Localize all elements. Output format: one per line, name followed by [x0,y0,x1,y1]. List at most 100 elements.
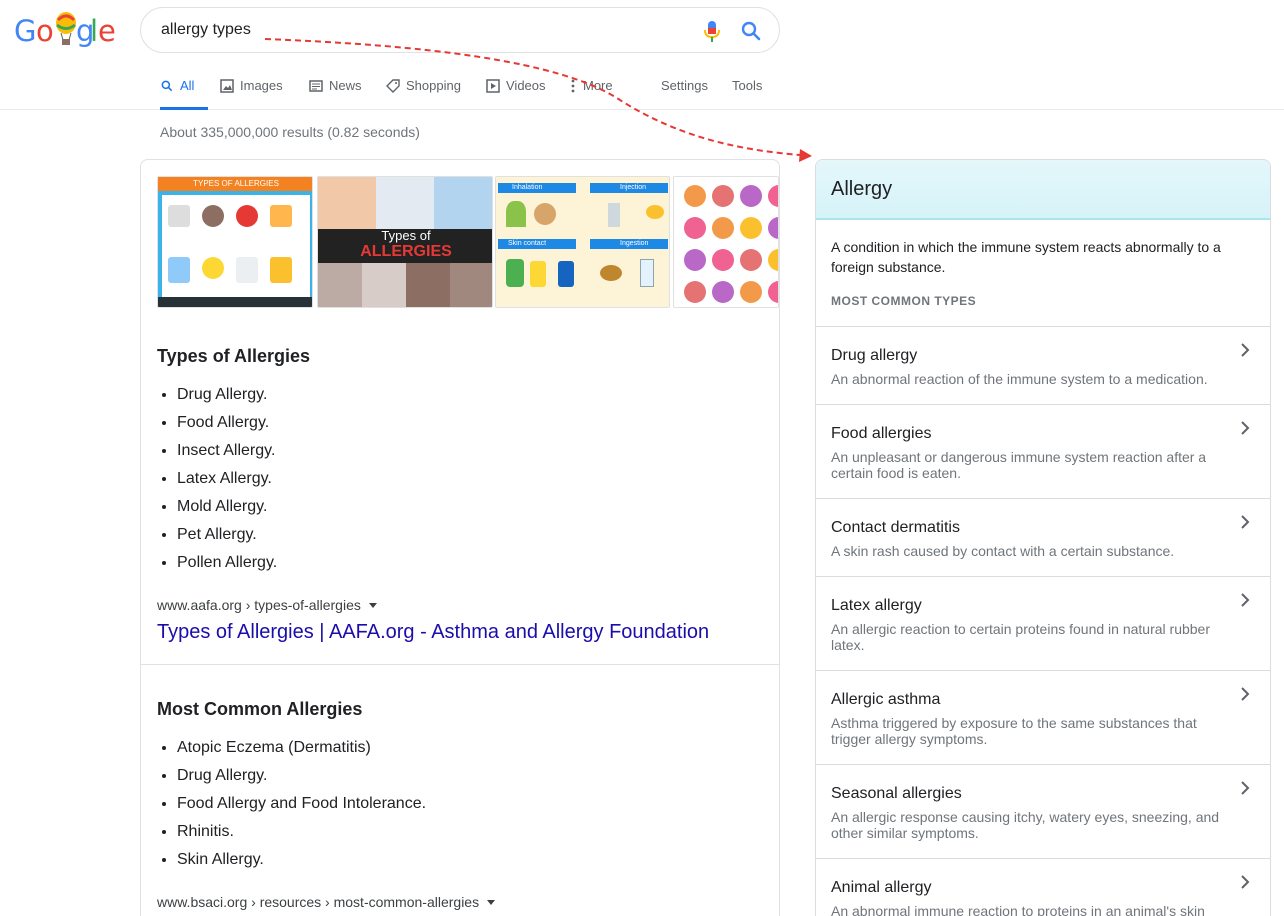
kp-item-title: Food allergies [831,425,932,442]
more-vert-icon [571,79,575,93]
knowledge-panel-title: Allergy [831,178,893,200]
tab-tools[interactable]: Tools [732,78,762,110]
chevron-right-icon [1241,421,1250,435]
list-item: Food Allergy. [177,409,277,437]
list-item: Pet Allergy. [177,521,277,549]
list-item: Latex Allergy. [177,465,277,493]
tab-label: Shopping [406,78,461,93]
tab-label: More [583,78,613,93]
tab-label: Videos [506,78,546,93]
snippet-heading: Most Common Allergies [157,699,363,719]
url-breadcrumb: www.bsaci.org › resources › most-common-… [157,894,480,910]
url-menu-caret-icon[interactable] [487,899,496,905]
url-breadcrumb: www.aafa.org › types-of-allergies [157,597,361,613]
kp-item-title: Seasonal allergies [831,785,962,802]
tab-settings[interactable]: Settings [661,78,708,110]
kp-item-title: Animal allergy [831,879,932,896]
chevron-right-icon [1241,515,1250,529]
chevron-right-icon [1241,593,1250,607]
result-url: www.aafa.org › types-of-allergies [157,597,377,613]
chevron-right-icon [1241,781,1250,795]
search-tabs: All Images News Shopping Videos More Set… [0,72,1284,110]
result-stats: About 335,000,000 results (0.82 seconds) [160,124,420,140]
snippet-list: Drug Allergy. Food Allergy. Insect Aller… [177,381,277,577]
kp-item-title: Allergic asthma [831,691,941,708]
news-icon [309,80,323,92]
kp-type-item[interactable]: Food allergies An unpleasant or dangerou… [816,404,1270,498]
list-item: Mold Allergy. [177,493,277,521]
chevron-right-icon [1241,343,1250,357]
search-icon[interactable] [739,19,763,43]
knowledge-panel: Allergy A condition in which the immune … [815,159,1271,916]
thumbnail-label: Ingestion [590,239,668,249]
tab-label: Tools [732,78,763,93]
tab-all[interactable]: All [160,78,208,110]
hot-air-balloon-icon [56,12,76,45]
snippet-heading: Types of Allergies [157,346,311,366]
tab-label: All [180,78,195,93]
tab-more[interactable]: More [569,78,613,110]
tab-images[interactable]: Images [220,78,283,110]
list-item: Rhinitis. [177,818,426,846]
image-thumbnail[interactable]: Types of ALLERGIES [317,176,493,308]
knowledge-panel-header: Allergy [816,160,1270,220]
kp-type-item[interactable]: Latex allergy An allergic reaction to ce… [816,576,1270,670]
snippet-list: Atopic Eczema (Dermatitis) Drug Allergy.… [177,734,426,874]
tab-label: News [329,78,362,93]
kp-type-item[interactable]: Allergic asthma Asthma triggered by expo… [816,670,1270,764]
kp-item-desc: An unpleasant or dangerous immune system… [831,449,1207,481]
kp-item-desc: An abnormal immune reaction to proteins … [831,903,1205,916]
result-title-link[interactable]: Types of Allergies | AAFA.org - Asthma a… [157,621,709,644]
kp-item-desc: Asthma triggered by exposure to the same… [831,715,1197,747]
url-menu-caret-icon[interactable] [368,602,377,608]
kp-item-title: Latex allergy [831,597,922,614]
image-icon [220,79,234,93]
kp-type-item[interactable]: Seasonal allergies An allergic response … [816,764,1270,858]
list-item: Atopic Eczema (Dermatitis) [177,734,426,762]
tab-shopping[interactable]: Shopping [386,78,461,110]
list-item: Food Allergy and Food Intolerance. [177,790,426,818]
section-divider [141,664,779,665]
list-item: Skin Allergy. [177,846,426,874]
play-icon [486,79,500,93]
thumbnail-heading: ALLERGIES [360,243,452,260]
kp-item-title: Contact dermatitis [831,519,960,536]
list-item: Drug Allergy. [177,381,277,409]
tag-icon [386,79,400,93]
search-input[interactable] [161,21,661,39]
image-strip: TYPES OF ALLERGIES Types of ALLERGIES In… [157,176,779,308]
search-box[interactable] [140,7,780,53]
list-item: Insect Allergy. [177,437,277,465]
tab-news[interactable]: News [309,78,362,110]
kp-type-item[interactable]: Contact dermatitis A skin rash caused by… [816,498,1270,576]
thumbnail-label: Skin contact [498,239,576,249]
kp-type-item[interactable]: Animal allergy An abnormal immune reacti… [816,858,1270,916]
thumbnail-heading: TYPES OF ALLERGIES [158,177,312,191]
microphone-icon[interactable] [701,19,723,43]
thumbnail-label: Injection [590,183,668,193]
image-thumbnail[interactable] [673,176,779,308]
kp-item-desc: An allergic reaction to certain proteins… [831,621,1210,653]
kp-item-desc: A skin rash caused by contact with a cer… [831,543,1175,559]
list-item: Pollen Allergy. [177,549,277,577]
knowledge-panel-description: A condition in which the immune system r… [831,239,1221,275]
kp-item-desc: An allergic response causing itchy, wate… [831,809,1220,841]
kp-item-desc: An abnormal reaction of the immune syste… [831,371,1208,387]
image-thumbnail[interactable]: Inhalation Injection Skin contact Ingest… [495,176,670,308]
chevron-right-icon [1241,875,1250,889]
knowledge-panel-subhead: MOST COMMON TYPES [831,294,977,308]
thumbnail-label: Inhalation [498,183,576,193]
tab-label: Settings [661,78,708,93]
thumbnail-heading: Types of [381,228,431,243]
google-doodle-logo[interactable]: G o g l e [14,12,116,48]
list-item: Drug Allergy. [177,762,426,790]
result-url: www.bsaci.org › resources › most-common-… [157,894,496,910]
kp-type-item[interactable]: Drug allergy An abnormal reaction of the… [816,326,1270,404]
chevron-right-icon [1241,687,1250,701]
image-thumbnail[interactable]: TYPES OF ALLERGIES [157,176,313,308]
kp-item-title: Drug allergy [831,347,918,364]
search-icon [161,80,173,92]
featured-snippet-card: TYPES OF ALLERGIES Types of ALLERGIES In… [140,159,780,916]
tab-label: Images [240,78,283,93]
tab-videos[interactable]: Videos [486,78,546,110]
